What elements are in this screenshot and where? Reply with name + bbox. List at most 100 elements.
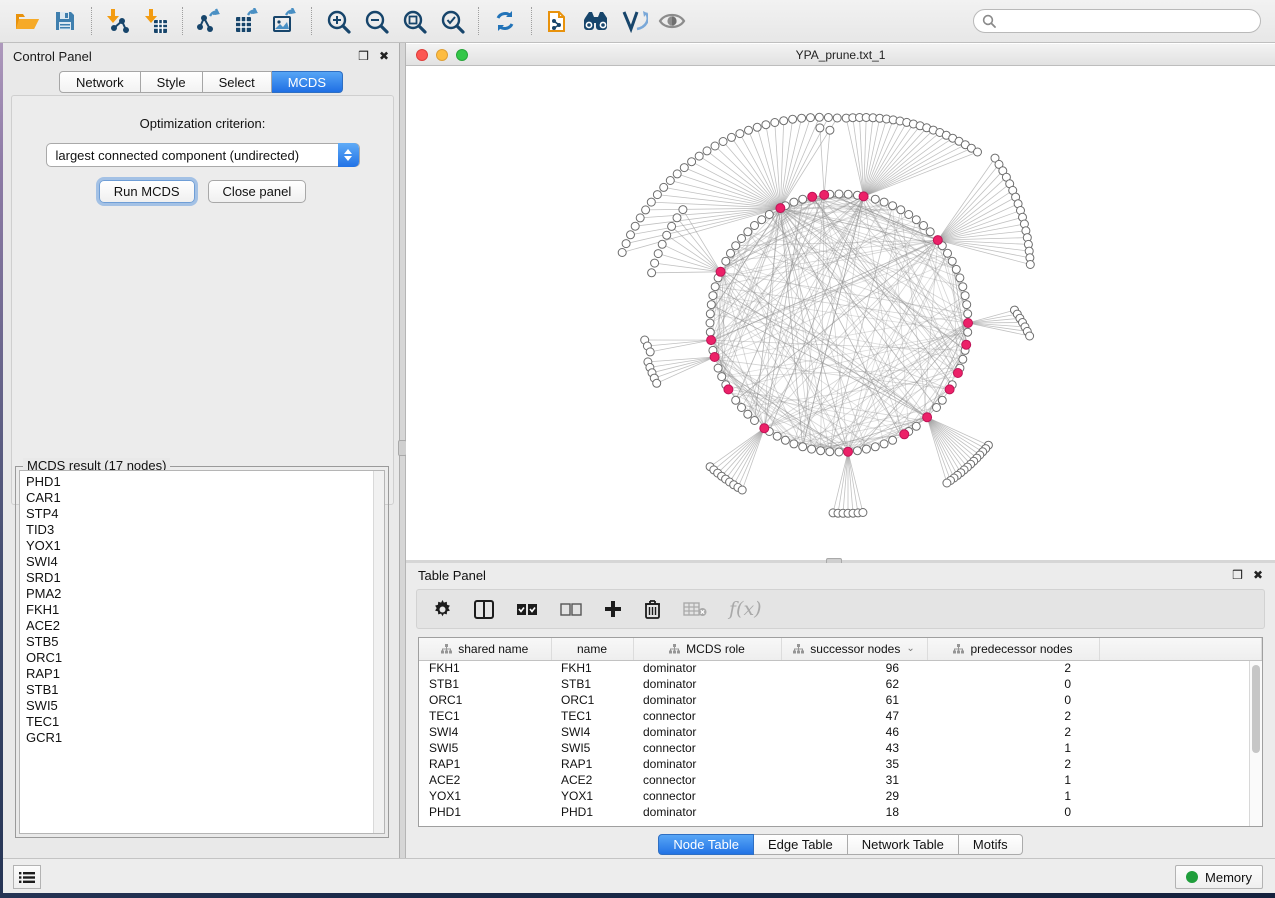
show-columns-button[interactable]	[474, 600, 494, 619]
export-image-button[interactable]	[266, 4, 304, 38]
mcds-result-item[interactable]: PHD1	[26, 474, 384, 490]
selected-node[interactable]	[923, 413, 932, 422]
selected-node[interactable]	[710, 353, 719, 362]
graphics-details-button[interactable]	[615, 4, 653, 38]
selected-node[interactable]	[808, 192, 817, 201]
export-network-button[interactable]	[190, 4, 228, 38]
mcds-result-item[interactable]: CAR1	[26, 490, 384, 506]
mcds-result-item[interactable]: ORC1	[26, 650, 384, 666]
table-row[interactable]: FKH1FKH1dominator962	[419, 660, 1261, 676]
mcds-result-list[interactable]: PHD1CAR1STP4TID3YOX1SWI4SRD1PMA2FKH1ACE2…	[19, 470, 385, 834]
mcds-result-item[interactable]: PMA2	[26, 586, 384, 602]
mcds-result-item[interactable]: FKH1	[26, 602, 384, 618]
mcds-result-item[interactable]: ACE2	[26, 618, 384, 634]
selected-node[interactable]	[962, 340, 971, 349]
select-all-button[interactable]	[516, 603, 538, 616]
tab-select[interactable]: Select	[203, 71, 272, 93]
column-header-MCDS-role[interactable]: MCDS role	[633, 638, 781, 660]
add-column-button[interactable]	[604, 600, 622, 618]
tab-style[interactable]: Style	[141, 71, 203, 93]
table-row[interactable]: STB1STB1dominator620	[419, 676, 1261, 692]
table-row[interactable]: YOX1YOX1connector291	[419, 788, 1261, 804]
app-store-button[interactable]	[539, 4, 577, 38]
column-header-predecessor-nodes[interactable]: predecessor nodes	[927, 638, 1099, 660]
mcds-result-item[interactable]: STB5	[26, 634, 384, 650]
selected-node[interactable]	[945, 385, 954, 394]
selected-node[interactable]	[724, 385, 733, 394]
selected-node[interactable]	[953, 369, 962, 378]
mcds-result-item[interactable]: SRD1	[26, 570, 384, 586]
export-table-button[interactable]	[228, 4, 266, 38]
table-row[interactable]: TEC1TEC1connector472	[419, 708, 1261, 724]
hide-details-button[interactable]	[653, 4, 691, 38]
save-session-button[interactable]	[46, 4, 84, 38]
selected-node[interactable]	[707, 336, 716, 345]
zoom-in-button[interactable]	[319, 4, 357, 38]
mcds-result-item[interactable]: STP4	[26, 506, 384, 522]
table-settings-button[interactable]	[433, 600, 452, 619]
control-panel-tabs: NetworkStyleSelectMCDS	[3, 71, 399, 93]
column-header-successor-nodes[interactable]: successor nodes⌄	[781, 638, 927, 660]
close-panel-button[interactable]: Close panel	[208, 180, 307, 203]
mcds-result-item[interactable]: GCR1	[26, 730, 384, 746]
table-row[interactable]: PHD1PHD1dominator180	[419, 804, 1261, 820]
import-table-button[interactable]	[137, 4, 175, 38]
network-canvas[interactable]	[406, 66, 1275, 560]
open-file-button[interactable]	[8, 4, 46, 38]
selected-node[interactable]	[716, 267, 725, 276]
import-network-button[interactable]	[99, 4, 137, 38]
selected-node[interactable]	[844, 447, 853, 456]
selected-node[interactable]	[933, 236, 942, 245]
result-list-scrollbar[interactable]	[373, 471, 384, 833]
zoom-selected-button[interactable]	[433, 4, 471, 38]
toolbar-separator	[311, 7, 312, 35]
table-row[interactable]: ORC1ORC1dominator610	[419, 692, 1261, 708]
selected-node[interactable]	[859, 192, 868, 201]
refresh-button[interactable]	[486, 4, 524, 38]
selected-node[interactable]	[900, 430, 909, 439]
search-input[interactable]	[1001, 14, 1252, 28]
selected-node[interactable]	[760, 424, 769, 433]
close-table-panel-icon[interactable]: ✖	[1253, 569, 1263, 581]
open-folder-icon	[14, 10, 40, 32]
table-row[interactable]: SWI5SWI5connector431	[419, 740, 1261, 756]
tab-network[interactable]: Network	[59, 71, 141, 93]
tab-network-table[interactable]: Network Table	[848, 834, 959, 855]
selected-node[interactable]	[820, 190, 829, 199]
tab-edge-table[interactable]: Edge Table	[754, 834, 848, 855]
zoom-out-button[interactable]	[357, 4, 395, 38]
mcds-result-item[interactable]: RAP1	[26, 666, 384, 682]
tab-mcds[interactable]: MCDS	[272, 71, 343, 93]
mcds-result-item[interactable]: YOX1	[26, 538, 384, 554]
delete-column-button[interactable]	[644, 599, 661, 619]
table-row[interactable]: ACE2ACE2connector311	[419, 772, 1261, 788]
console-button[interactable]	[13, 865, 41, 889]
search-field[interactable]	[973, 9, 1261, 33]
table-row[interactable]: SWI4SWI4dominator462	[419, 724, 1261, 740]
mcds-result-item[interactable]: SWI5	[26, 698, 384, 714]
mcds-result-item[interactable]: TID3	[26, 522, 384, 538]
zoom-fit-button[interactable]	[395, 4, 433, 38]
column-header-name[interactable]: name	[551, 638, 633, 660]
column-header-shared-name[interactable]: shared name	[419, 638, 551, 660]
selected-node[interactable]	[964, 319, 973, 328]
float-table-panel-icon[interactable]: ❒	[1232, 569, 1243, 581]
table-scrollbar-thumb[interactable]	[1252, 665, 1260, 753]
memory-button[interactable]: Memory	[1175, 865, 1263, 889]
deselect-all-button[interactable]	[560, 603, 582, 616]
function-builder-button[interactable]: f(x)	[729, 598, 762, 620]
search-network-button[interactable]	[577, 4, 615, 38]
tab-motifs[interactable]: Motifs	[959, 834, 1023, 855]
mcds-result-item[interactable]: STB1	[26, 682, 384, 698]
table-row[interactable]: RAP1RAP1dominator352	[419, 756, 1261, 772]
optimization-criterion-select[interactable]: largest connected component (undirected)	[46, 143, 360, 167]
tab-node-table[interactable]: Node Table	[658, 834, 754, 855]
mcds-result-item[interactable]: SWI4	[26, 554, 384, 570]
table-scrollbar[interactable]	[1249, 661, 1262, 826]
run-mcds-button[interactable]: Run MCDS	[99, 180, 195, 203]
float-panel-icon[interactable]: ❒	[358, 50, 369, 62]
delete-table-button[interactable]	[683, 601, 707, 617]
close-panel-icon[interactable]: ✖	[379, 50, 389, 62]
selected-node[interactable]	[776, 204, 785, 213]
mcds-result-item[interactable]: TEC1	[26, 714, 384, 730]
